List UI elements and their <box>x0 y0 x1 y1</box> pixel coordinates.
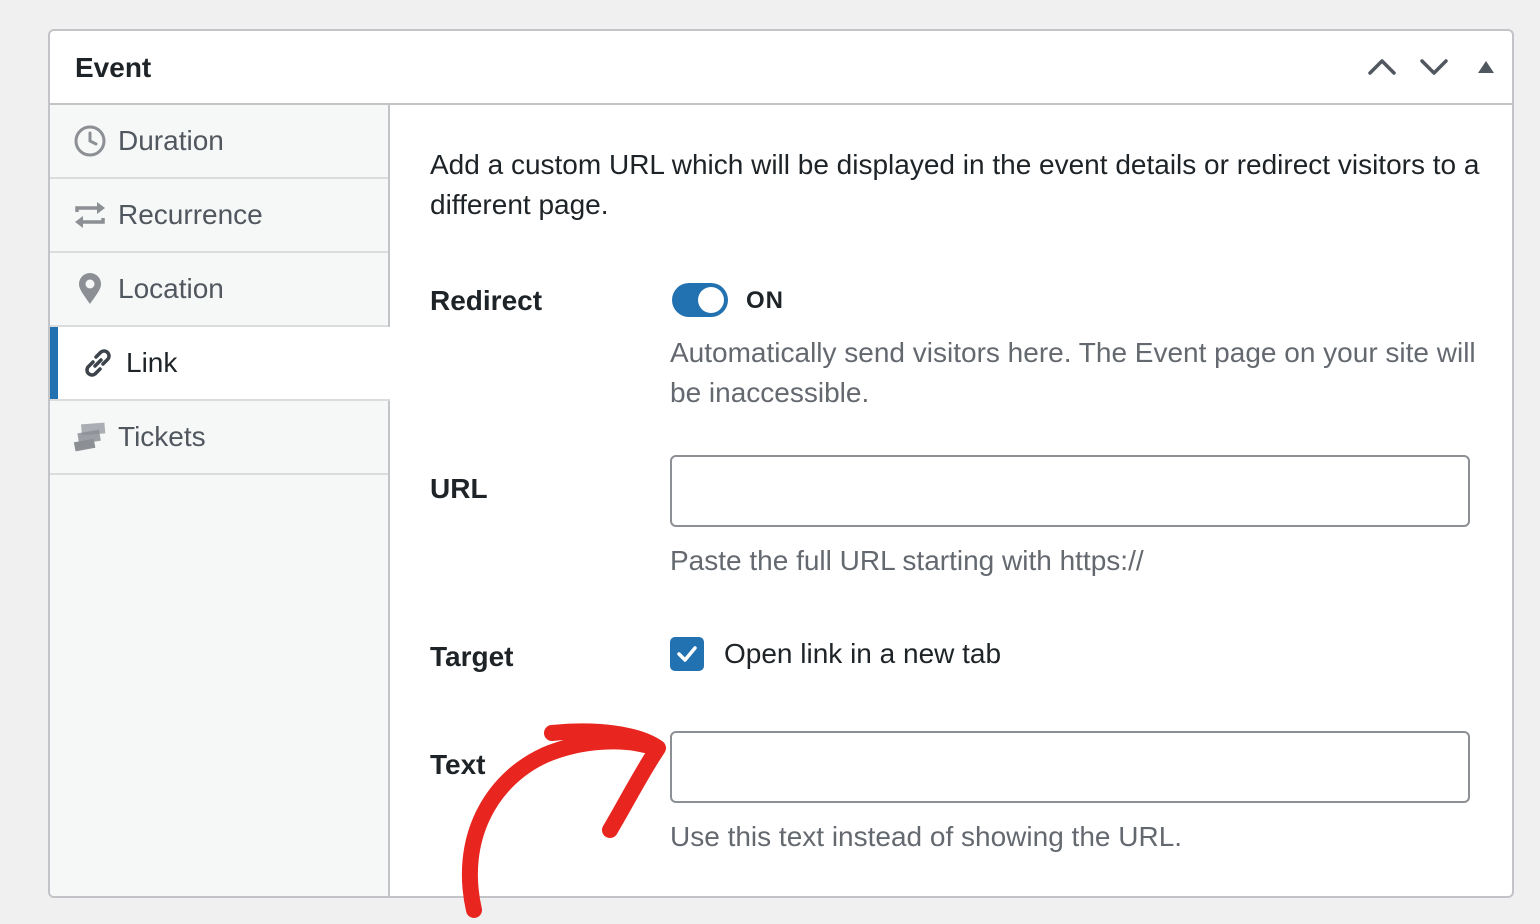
url-input[interactable] <box>670 455 1470 527</box>
clock-icon <box>72 123 108 159</box>
link-icon <box>80 345 116 381</box>
tab-label: Link <box>126 347 178 378</box>
tab-tickets[interactable]: Tickets <box>50 401 388 475</box>
new-tab-checkbox[interactable] <box>670 637 704 671</box>
new-tab-checkbox-label[interactable]: Open link in a new tab <box>724 638 1001 670</box>
tab-label: Tickets <box>118 421 206 452</box>
move-down-button[interactable] <box>1414 47 1454 87</box>
tab-location[interactable]: Location <box>50 253 388 327</box>
tab-recurrence[interactable]: Recurrence <box>50 179 388 253</box>
event-panel: Event Duration Recurrence Location Link … <box>48 29 1514 898</box>
location-pin-icon <box>72 271 108 307</box>
redirect-toggle[interactable] <box>672 283 728 317</box>
redirect-help: Automatically send visitors here. The Ev… <box>670 337 1476 408</box>
repeat-icon <box>72 197 108 233</box>
chevron-up-icon <box>1368 59 1396 75</box>
tab-duration[interactable]: Duration <box>50 105 388 179</box>
collapse-button[interactable] <box>1466 47 1506 87</box>
tab-link[interactable]: Link <box>50 327 390 401</box>
url-help: Paste the full URL starting with https:/… <box>670 545 1144 576</box>
intro-text: Add a custom URL which will be displayed… <box>430 149 1480 220</box>
link-text-input[interactable] <box>670 731 1470 803</box>
redirect-label: Redirect <box>430 285 543 316</box>
panel-title: Event <box>75 52 152 83</box>
tab-label: Location <box>118 273 224 304</box>
tab-label: Recurrence <box>118 199 263 230</box>
redirect-toggle-state: ON <box>746 287 784 314</box>
triangle-up-icon <box>1478 61 1494 73</box>
move-up-button[interactable] <box>1362 47 1402 87</box>
chevron-down-icon <box>1420 59 1448 75</box>
url-label: URL <box>430 473 488 504</box>
link-settings: Add a custom URL which will be displayed… <box>392 105 1512 896</box>
sidebar: Duration Recurrence Location Link Ticket… <box>50 105 390 896</box>
tickets-icon <box>72 419 108 455</box>
text-help: Use this text instead of showing the URL… <box>670 821 1183 852</box>
checkmark-icon <box>677 646 697 662</box>
text-label: Text <box>430 749 486 780</box>
panel-header: Event <box>50 31 1512 105</box>
tab-label: Duration <box>118 125 224 156</box>
target-label: Target <box>430 641 514 672</box>
